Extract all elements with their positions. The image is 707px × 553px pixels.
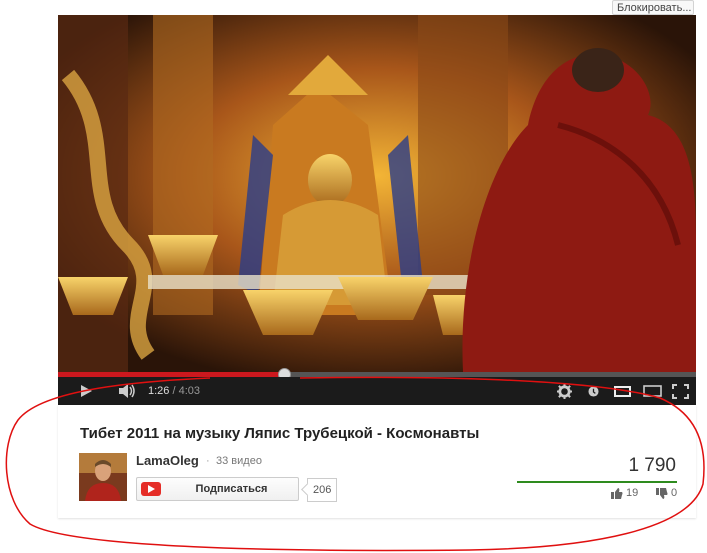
like-ratio-bar <box>517 481 677 483</box>
channel-avatar[interactable] <box>79 453 127 501</box>
subscriber-count: 206 <box>307 478 338 502</box>
large-player-button[interactable] <box>640 377 664 405</box>
play-button[interactable] <box>72 377 100 405</box>
fullscreen-button[interactable] <box>668 377 692 405</box>
settings-icon <box>556 383 572 399</box>
info-icon <box>587 385 599 397</box>
channel-video-count[interactable]: 33 видео <box>216 455 262 467</box>
fullscreen-icon <box>671 383 689 399</box>
play-icon <box>81 385 92 397</box>
small-player-button[interactable] <box>610 377 634 405</box>
channel-name[interactable]: LamaOleg <box>136 453 199 468</box>
video-player[interactable]: 1:26 / 4:03 <box>58 15 696 405</box>
dislike-button[interactable]: 0 <box>656 487 677 499</box>
view-count: 1 790 <box>628 455 676 476</box>
dislike-count: 0 <box>671 487 678 499</box>
thumb-up-icon <box>611 487 623 499</box>
like-button[interactable]: 19 <box>611 487 638 499</box>
avatar-image <box>79 453 127 501</box>
time-separator: / <box>172 385 176 397</box>
large-player-icon <box>642 385 662 397</box>
video-title: Тибет 2011 на музыку Ляпис Трубецкой - К… <box>80 425 480 442</box>
video-info-panel: Тибет 2011 на музыку Ляпис Трубецкой - К… <box>58 405 696 518</box>
time-display: 1:26 / 4:03 <box>148 377 200 405</box>
small-player-icon <box>613 385 631 397</box>
player-controls: 1:26 / 4:03 <box>58 377 696 405</box>
video-frame[interactable] <box>58 15 696 372</box>
settings-button[interactable] <box>552 377 576 405</box>
volume-icon <box>119 384 135 398</box>
like-count: 19 <box>626 487 639 499</box>
info-button[interactable] <box>582 377 604 405</box>
current-time: 1:26 <box>148 385 170 397</box>
subscribe-button[interactable]: Подписаться <box>136 477 299 501</box>
channel-separator: · <box>206 455 210 467</box>
duration: 4:03 <box>178 385 201 397</box>
volume-button[interactable] <box>113 377 141 405</box>
thumb-down-icon <box>656 487 668 499</box>
subscribe-label: Подписаться <box>195 483 268 495</box>
block-button[interactable]: Блокировать... <box>612 0 694 15</box>
